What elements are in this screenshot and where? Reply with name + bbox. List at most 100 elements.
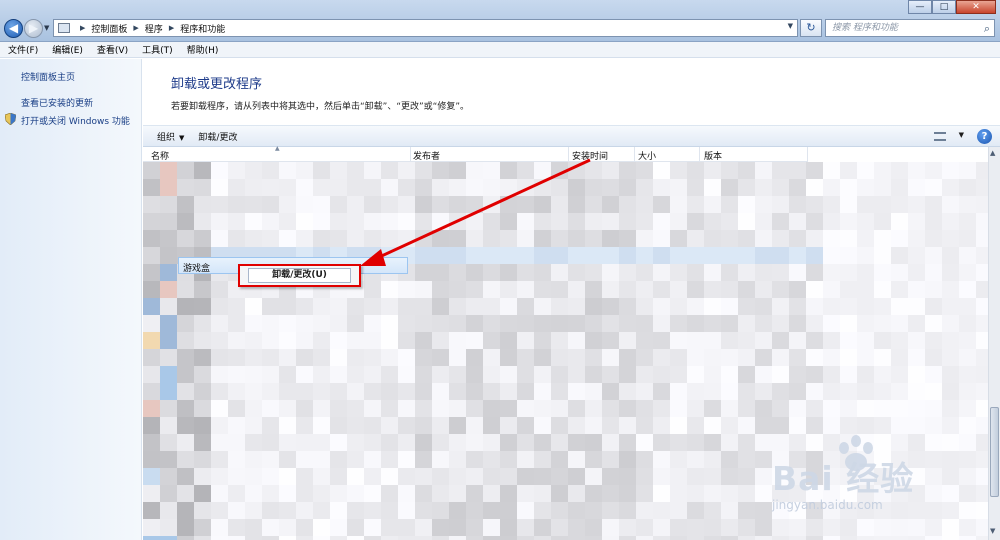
mosaic-tile (364, 196, 381, 213)
mosaic-tile (585, 315, 602, 332)
mosaic-tile (789, 247, 806, 264)
mosaic-tile (823, 400, 840, 417)
link-view-installed-updates[interactable]: 查看已安装的更新 (21, 96, 93, 109)
mosaic-tile (432, 400, 449, 417)
column-install-date[interactable]: 安装时间 (572, 149, 608, 162)
mosaic-tile (432, 366, 449, 383)
column-size[interactable]: 大小 (638, 149, 656, 162)
menu-tools[interactable]: 工具(T) (142, 43, 173, 56)
mosaic-tile (636, 536, 653, 540)
back-arrow-icon[interactable]: ◀ (4, 19, 23, 38)
column-divider[interactable] (699, 147, 700, 162)
menu-view[interactable]: 查看(V) (97, 43, 128, 56)
mosaic-tile (211, 366, 228, 383)
scroll-up-icon[interactable]: ▲ (990, 149, 995, 157)
mosaic-tile (602, 502, 619, 519)
help-icon[interactable]: ? (977, 129, 992, 144)
mosaic-tile (347, 196, 364, 213)
minimize-button[interactable]: — (908, 0, 932, 14)
chevron-right-icon[interactable]: ▶ (80, 24, 85, 32)
mosaic-tile (925, 417, 942, 434)
uninstall-change-button[interactable]: 卸载/更改 (198, 130, 237, 143)
mosaic-tile (177, 230, 194, 247)
organize-button[interactable]: 组织 ▼ (157, 130, 184, 143)
breadcrumb-programs-and-features[interactable]: 程序和功能 (180, 22, 225, 35)
uninstall-change-menu-item[interactable]: 卸载/更改(U) (248, 268, 351, 283)
address-dropdown-icon[interactable]: ▼ (788, 22, 793, 30)
mosaic-tile (330, 230, 347, 247)
mosaic-tile (925, 179, 942, 196)
mosaic-tile (704, 417, 721, 434)
mosaic-tile (381, 502, 398, 519)
mosaic-tile (857, 230, 874, 247)
mosaic-tile (245, 332, 262, 349)
menu-file[interactable]: 文件(F) (8, 43, 38, 56)
mosaic-tile (721, 332, 738, 349)
search-input[interactable]: 搜索 程序和功能 ⌕ (825, 19, 995, 37)
column-divider[interactable] (807, 147, 808, 162)
mosaic-tile (381, 519, 398, 536)
column-publisher[interactable]: 发布者 (413, 149, 440, 162)
mosaic-tile (500, 366, 517, 383)
column-version[interactable]: 版本 (704, 149, 722, 162)
mosaic-tile (840, 400, 857, 417)
chevron-right-icon[interactable]: ▶ (169, 24, 174, 32)
mosaic-tile (721, 417, 738, 434)
maximize-button[interactable]: □ (932, 0, 956, 14)
mosaic-tile (194, 162, 211, 179)
mosaic-tile (194, 485, 211, 502)
mosaic-tile (755, 196, 772, 213)
refresh-icon[interactable]: ↻ (800, 19, 822, 37)
mosaic-tile (415, 281, 432, 298)
menu-edit[interactable]: 编辑(E) (52, 43, 83, 56)
mosaic-tile (262, 468, 279, 485)
mosaic-tile (891, 162, 908, 179)
mosaic-tile (925, 366, 942, 383)
mosaic-tile (772, 400, 789, 417)
mosaic-tile (619, 519, 636, 536)
mosaic-tile (636, 400, 653, 417)
search-icon[interactable]: ⌕ (984, 21, 990, 37)
mosaic-tile (857, 315, 874, 332)
mosaic-tile (483, 162, 500, 179)
mosaic-tile (857, 400, 874, 417)
mosaic-tile (296, 434, 313, 451)
mosaic-tile (925, 349, 942, 366)
mosaic-tile (245, 366, 262, 383)
mosaic-tile (194, 332, 211, 349)
recent-pages-dropdown-icon[interactable]: ▼ (44, 24, 49, 32)
link-turn-windows-features[interactable]: 打开或关闭 Windows 功能 (21, 114, 130, 127)
breadcrumb-programs[interactable]: 程序 (145, 22, 163, 35)
mosaic-tile (296, 468, 313, 485)
mosaic-tile (619, 196, 636, 213)
mosaic-tile (228, 162, 245, 179)
forward-arrow-icon[interactable]: ▶ (24, 19, 43, 38)
column-divider[interactable] (634, 147, 635, 162)
mosaic-tile (347, 230, 364, 247)
mosaic-tile (687, 434, 704, 451)
mosaic-tile (908, 536, 925, 540)
chevron-right-icon[interactable]: ▶ (133, 24, 138, 32)
address-bar[interactable]: ▶ 控制面板 ▶ 程序 ▶ 程序和功能 ▼ (53, 19, 798, 37)
column-divider[interactable] (410, 147, 411, 162)
mosaic-tile (534, 417, 551, 434)
menu-help[interactable]: 帮助(H) (187, 43, 219, 56)
mosaic-tile (177, 451, 194, 468)
mosaic-tile (755, 298, 772, 315)
column-divider[interactable] (568, 147, 569, 162)
scroll-down-icon[interactable]: ▼ (990, 527, 995, 535)
close-button[interactable]: ✕ (956, 0, 996, 14)
mosaic-tile (330, 332, 347, 349)
breadcrumb-control-panel[interactable]: 控制面板 (91, 22, 127, 35)
view-dropdown-icon[interactable]: ▼ (959, 131, 964, 139)
mosaic-tile (942, 536, 959, 540)
mosaic-tile (789, 281, 806, 298)
mosaic-tile (585, 332, 602, 349)
link-control-panel-home[interactable]: 控制面板主页 (21, 70, 75, 83)
mosaic-tile (738, 434, 755, 451)
mosaic-tile (636, 247, 653, 264)
mosaic-tile (415, 468, 432, 485)
mosaic-tile (755, 281, 772, 298)
column-name[interactable]: 名称 (151, 149, 169, 162)
view-icon[interactable] (934, 132, 946, 141)
